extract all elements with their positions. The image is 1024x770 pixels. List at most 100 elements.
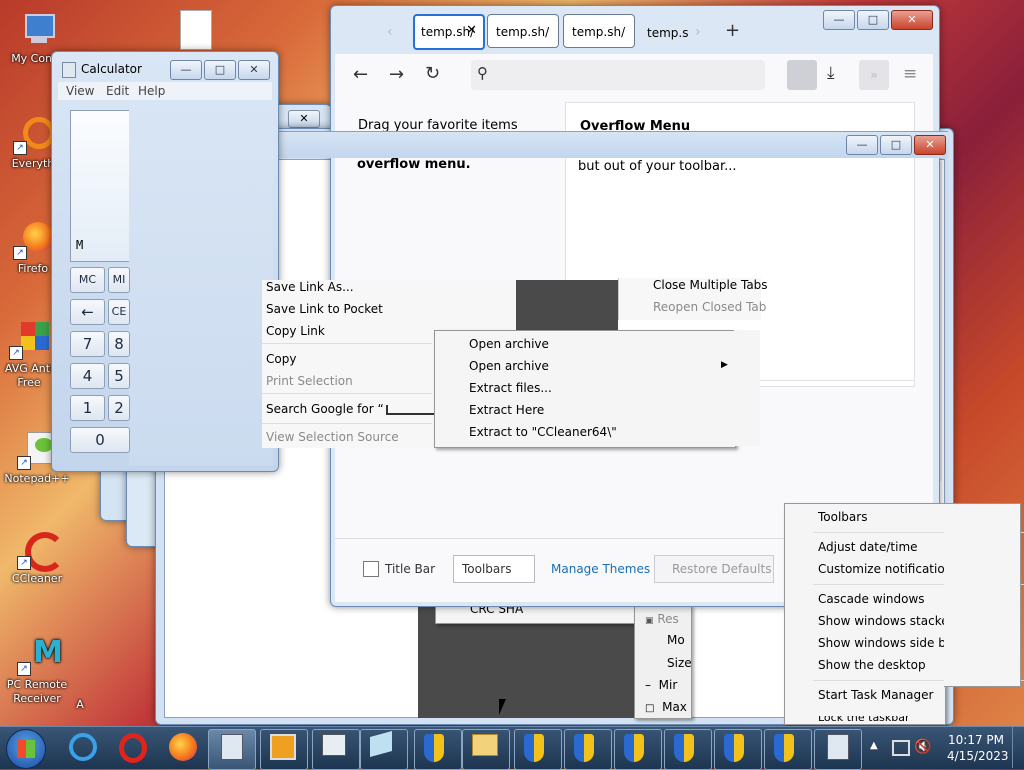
back-arrow-icon[interactable]: ←	[353, 64, 368, 85]
menu-item-toolbars[interactable]: Toolbars	[818, 510, 867, 524]
title-bar-checkbox[interactable]	[363, 561, 379, 577]
back-window-close-button[interactable]: ✕	[914, 135, 946, 155]
maximize-button[interactable]: □	[857, 10, 889, 30]
menu-item-maximize[interactable]: □ Max	[645, 700, 687, 714]
download-icon[interactable]: ⤓	[827, 63, 835, 83]
taskbar-app-button[interactable]	[312, 729, 360, 770]
toolbar-placeholder[interactable]	[787, 60, 817, 90]
taskbar-shield-button-7[interactable]	[764, 729, 812, 770]
reload-icon[interactable]: ↻	[425, 63, 440, 84]
manage-themes-link[interactable]: Manage Themes	[551, 562, 650, 576]
tab-2[interactable]: temp.sh/	[487, 14, 559, 48]
taskbar-ie-button[interactable]	[60, 729, 106, 768]
ce-button[interactable]: CE	[108, 299, 130, 325]
taskbar-opera-button[interactable]	[110, 729, 156, 768]
overflow-icon[interactable]: »	[859, 60, 889, 90]
close-button[interactable]: ✕	[238, 60, 270, 80]
menu-item-search-google[interactable]: Search Google for “	[266, 402, 450, 416]
menu-item-copy-link[interactable]: Copy Link	[266, 324, 325, 338]
taskbar-shield-button-5[interactable]	[664, 729, 712, 770]
desktop-icon-a[interactable]: A	[60, 680, 100, 712]
menu-item-save-link-to-pocket[interactable]: Save Link to Pocket	[266, 302, 383, 316]
tab-3[interactable]: temp.sh/	[563, 14, 635, 48]
back-window-maximize-button[interactable]: □	[880, 135, 912, 155]
network-icon[interactable]	[892, 740, 910, 756]
taskbar-shield-button-1[interactable]	[414, 729, 462, 770]
taskbar-notepad-button[interactable]	[360, 729, 408, 770]
menu-item-open-archive[interactable]: Open archive	[469, 337, 549, 351]
show-hidden-icons-button[interactable]: ▲	[870, 740, 878, 751]
taskbar-shield-button-2[interactable]	[514, 729, 562, 770]
show-desktop-button[interactable]	[1012, 727, 1024, 768]
digit-8-button[interactable]: 8	[108, 331, 130, 357]
tab-1[interactable]: temp.sh/ ✕	[413, 14, 485, 50]
menu-item-start-task-manager[interactable]: Start Task Manager	[818, 688, 933, 702]
menu-view[interactable]: View	[66, 84, 94, 98]
taskbar-shield-button-3[interactable]	[564, 729, 612, 770]
menu-item-size[interactable]: Size	[667, 656, 692, 670]
taskbar-media-button[interactable]	[260, 729, 308, 770]
menu-item-show-windows-stacked[interactable]: Show windows stacked	[818, 614, 956, 628]
tab-scroll-right[interactable]: ›	[695, 24, 701, 40]
minimize-button[interactable]: —	[823, 10, 855, 30]
window-app-icon	[322, 734, 346, 756]
menu-item-adjust-date-time[interactable]: Adjust date/time	[818, 540, 918, 554]
taskbar-shield-button-6[interactable]	[714, 729, 762, 770]
background-window-close-button[interactable]: ✕	[288, 110, 320, 128]
menu-item-lock-the-taskbar[interactable]: Lock the taskbar	[818, 716, 910, 724]
menu-item-extract-files[interactable]: Extract files...	[469, 381, 552, 395]
taskbar-firefox-button[interactable]	[160, 729, 206, 768]
digit-1-button[interactable]: 1	[70, 395, 105, 421]
url-bar[interactable]	[471, 60, 765, 90]
menu-item-copy[interactable]: Copy	[266, 352, 296, 366]
tab-4[interactable]: temp.s	[639, 16, 699, 46]
menu-item-minimize[interactable]: – Mir	[645, 678, 677, 692]
taskbar-explorer-button[interactable]	[462, 729, 510, 770]
backspace-button[interactable]: ←	[70, 299, 105, 325]
clock-time[interactable]: 10:17 PM	[948, 733, 1004, 747]
restore-defaults-button[interactable]: Restore Defaults	[654, 555, 774, 583]
back-window-minimize-button[interactable]: —	[846, 135, 878, 155]
menu-item-show-the-desktop[interactable]: Show the desktop	[818, 658, 926, 672]
minimize-button[interactable]: —	[170, 60, 202, 80]
start-button[interactable]	[6, 729, 46, 769]
menu-item-view-selection-source[interactable]: View Selection Source	[266, 430, 399, 444]
menu-item-save-link-as[interactable]: Save Link As...	[266, 280, 354, 294]
menu-help[interactable]: Help	[138, 84, 165, 98]
mr-button[interactable]: MI	[108, 267, 130, 293]
menu-item-restore[interactable]: ▣ Res	[645, 612, 679, 626]
menu-item-move[interactable]: Mo	[667, 633, 685, 647]
maximize-button[interactable]: □	[204, 60, 236, 80]
hamburger-menu-icon[interactable]: ≡	[903, 64, 917, 84]
digit-2-button[interactable]: 2	[108, 395, 130, 421]
menu-item-cascade-windows[interactable]: Cascade windows	[818, 592, 925, 606]
toolbars-dropdown[interactable]: Toolbars	[453, 555, 535, 583]
menu-item-close-multiple-tabs[interactable]: Close Multiple Tabs	[653, 278, 768, 292]
digit-7-button[interactable]: 7	[70, 331, 105, 357]
digit-0-button[interactable]: 0	[70, 427, 130, 453]
tab-close-icon[interactable]: ✕	[466, 23, 477, 38]
taskbar-calculator-button-2[interactable]	[814, 729, 862, 770]
menu-item-extract-to-folder[interactable]: Extract to "CCleaner64\"	[469, 425, 617, 439]
digit-4-button[interactable]: 4	[70, 363, 105, 389]
title-bar-label: Title Bar	[385, 562, 436, 576]
menu-item-print-selection[interactable]: Print Selection	[266, 374, 353, 388]
volume-muted-icon[interactable]: 🔇	[914, 739, 931, 755]
close-button[interactable]: ✕	[891, 10, 933, 30]
menu-item-open-archive-submenu[interactable]: Open archive	[469, 359, 549, 373]
digit-5-button[interactable]: 5	[108, 363, 130, 389]
taskbar-shield-button-4[interactable]	[614, 729, 662, 770]
forward-arrow-icon[interactable]: →	[389, 64, 404, 85]
desktop-icon-ccleaner[interactable]: ↗ CCleaner	[0, 530, 74, 586]
tab-scroll-left[interactable]: ‹	[387, 24, 393, 40]
system-menu: ▣ Res Mo Size – Mir □ Max	[634, 605, 692, 719]
mc-button[interactable]: MC	[70, 267, 105, 293]
document-icon[interactable]	[180, 10, 212, 50]
menu-item-extract-here[interactable]: Extract Here	[469, 403, 544, 417]
clock-date[interactable]: 4/15/2023	[947, 749, 1009, 763]
menu-edit[interactable]: Edit	[106, 84, 129, 98]
new-tab-button[interactable]: +	[725, 20, 740, 41]
taskbar-calculator-button[interactable]	[208, 729, 256, 770]
menu-item-reopen-closed-tab[interactable]: Reopen Closed Tab	[653, 300, 766, 314]
taskbar-menu-extension	[944, 503, 1021, 687]
